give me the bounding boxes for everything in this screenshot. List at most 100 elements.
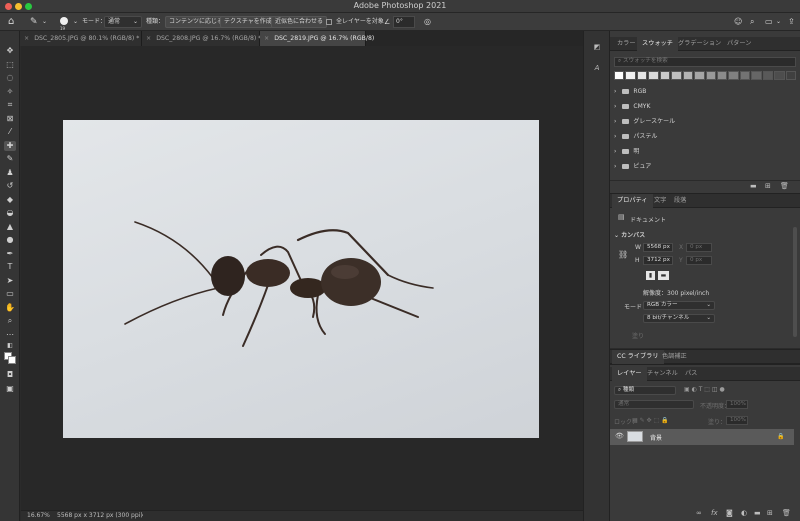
bit-depth-select[interactable]: 8 bit/チャンネル ⌄: [643, 314, 715, 323]
swatch-chip[interactable]: [785, 71, 796, 80]
screen-mode-icon[interactable]: ▣: [4, 384, 16, 394]
healing-brush-tool-icon[interactable]: ✚: [4, 141, 16, 151]
eyedropper-tool-icon[interactable]: ⁄: [4, 127, 16, 137]
swatch-chip[interactable]: [774, 71, 785, 80]
pen-tool-icon[interactable]: ✒: [4, 249, 16, 259]
swatch-chip[interactable]: [694, 71, 705, 80]
move-tool-icon[interactable]: ✥: [4, 46, 16, 56]
glyphs-icon[interactable]: A: [591, 64, 603, 72]
swatch-group-rgb[interactable]: › RGB: [614, 85, 646, 99]
fill-input[interactable]: 100%: [726, 416, 748, 425]
more-tools-icon[interactable]: ⋯: [4, 330, 16, 340]
close-tab-icon[interactable]: ×: [24, 35, 29, 42]
link-layers-icon[interactable]: ∞: [696, 509, 702, 517]
tab-adjustments[interactable]: 色調補正: [657, 350, 692, 364]
y-input[interactable]: 0 px: [686, 256, 712, 265]
new-group-icon[interactable]: ▬: [754, 509, 761, 517]
swatch-chip[interactable]: [728, 71, 739, 80]
lock-icons[interactable]: ▦ ✎ ✥ ⬚ 🔒: [632, 417, 669, 424]
tool-preset-dropdown-icon[interactable]: ⌄: [42, 16, 47, 28]
zoom-level[interactable]: 16.67%: [27, 511, 50, 521]
swatch-group-pure[interactable]: › ピュア: [614, 160, 651, 174]
pressure-icon[interactable]: ◎: [424, 16, 431, 28]
mode-select[interactable]: 通常 ⌄: [104, 16, 142, 28]
tab-patterns[interactable]: パターン: [722, 37, 756, 51]
tool-preset-icon[interactable]: ✎: [30, 16, 38, 28]
new-group-icon[interactable]: ▬: [750, 182, 757, 190]
home-icon[interactable]: ⌂: [8, 16, 14, 28]
tab-channels[interactable]: チャンネル: [642, 367, 683, 381]
tab-paragraph[interactable]: 段落: [669, 194, 691, 208]
workspace-dropdown-icon[interactable]: ⌄: [776, 16, 781, 28]
dodge-tool-icon[interactable]: ●: [4, 235, 16, 245]
create-texture-button[interactable]: テクスチャを作成: [220, 16, 276, 28]
new-layer-icon[interactable]: ⊞: [767, 509, 773, 517]
swatch-search-input[interactable]: ⌕ スウォッチを検索: [614, 57, 796, 67]
clone-stamp-tool-icon[interactable]: ♟: [4, 168, 16, 178]
landscape-orientation-icon[interactable]: ▬: [658, 271, 669, 280]
default-colors-icon[interactable]: ◧: [4, 341, 16, 351]
adjustment-layer-icon[interactable]: ◐: [741, 509, 747, 517]
portrait-orientation-icon[interactable]: ▮: [646, 271, 655, 280]
quick-mask-icon[interactable]: ◘: [4, 370, 16, 380]
zoom-tool-icon[interactable]: ⌕: [4, 316, 16, 326]
path-select-tool-icon[interactable]: ➤: [4, 276, 16, 286]
blur-tool-icon[interactable]: ▲: [4, 222, 16, 232]
shape-tool-icon[interactable]: ▭: [4, 289, 16, 299]
swatch-chip[interactable]: [671, 71, 682, 80]
share-icon[interactable]: ⇪: [788, 16, 795, 28]
swatch-chip[interactable]: [625, 71, 636, 80]
swatch-chip[interactable]: [705, 71, 716, 80]
add-mask-icon[interactable]: ◙: [726, 509, 733, 517]
new-swatch-icon[interactable]: ⊞: [765, 182, 771, 190]
swatch-group-cmyk[interactable]: › CMYK: [614, 100, 650, 114]
swatch-chip[interactable]: [716, 71, 728, 80]
properties-scrollbar[interactable]: [793, 227, 797, 337]
trash-icon[interactable]: 🗑: [780, 182, 789, 190]
history-icon[interactable]: ◩: [591, 43, 603, 51]
learn-icon[interactable]: ☺: [734, 16, 742, 28]
swatch-chip[interactable]: [614, 71, 625, 80]
tab-swatches[interactable]: スウォッチ: [637, 37, 678, 51]
paint-bucket-tool-icon[interactable]: ◒: [4, 208, 16, 218]
quick-select-tool-icon[interactable]: ✧: [4, 87, 16, 97]
status-arrow-icon[interactable]: ›: [141, 511, 143, 521]
content-aware-button[interactable]: コンテンツに応じる: [165, 16, 228, 28]
workspace-icon[interactable]: ▭: [765, 16, 773, 28]
swatch-chip[interactable]: [739, 71, 751, 80]
color-mode-select[interactable]: RGB カラー ⌄: [643, 301, 715, 310]
brush-preview[interactable]: 19: [58, 16, 70, 31]
type-tool-icon[interactable]: T: [4, 262, 16, 272]
tab-properties[interactable]: プロパティ: [612, 194, 653, 208]
swatch-chip[interactable]: [648, 71, 659, 80]
tab-paths[interactable]: パス: [680, 367, 702, 381]
opacity-input[interactable]: 100%: [726, 400, 748, 409]
brush-tool-icon[interactable]: ✎: [4, 154, 16, 164]
height-input[interactable]: 3712 px: [643, 256, 673, 265]
swatch-chip[interactable]: [682, 71, 694, 80]
tab-dsc-2805[interactable]: × DSC_2805.JPG @ 80.1% (RGB/8) *: [20, 31, 142, 46]
tab-gradient[interactable]: グラデーション: [673, 37, 726, 51]
document-image[interactable]: [63, 120, 539, 438]
swatch-chip[interactable]: [751, 71, 762, 80]
swatch-group-light[interactable]: › 明: [614, 145, 639, 159]
hand-tool-icon[interactable]: ✋: [4, 303, 16, 313]
angle-input[interactable]: 0°: [393, 16, 415, 28]
swatch-chip[interactable]: [762, 71, 774, 80]
history-brush-tool-icon[interactable]: ↺: [4, 181, 16, 191]
width-input[interactable]: 5568 px: [643, 243, 673, 252]
trash-icon[interactable]: 🗑: [782, 509, 791, 517]
tab-dsc-2819[interactable]: × DSC_2819.JPG @ 16.7% (RGB/8): [260, 31, 374, 46]
link-dimensions-icon[interactable]: ⛓: [618, 250, 628, 259]
crop-tool-icon[interactable]: ⌗: [4, 100, 16, 110]
canvas-section-toggle[interactable]: ⌄ カンバス: [614, 230, 645, 239]
frame-tool-icon[interactable]: ⊠: [4, 114, 16, 124]
x-input[interactable]: 0 px: [686, 243, 712, 252]
swatch-chip[interactable]: [636, 71, 648, 80]
sample-all-layers-checkbox[interactable]: [326, 19, 332, 25]
swatch-group-grayscale[interactable]: › グレースケール: [614, 115, 675, 129]
eraser-tool-icon[interactable]: ◆: [4, 195, 16, 205]
layer-style-icon[interactable]: fx: [711, 509, 718, 517]
filter-icons[interactable]: ▣ ◐ T ⬚ ◫ ●: [684, 386, 725, 393]
background-color-swatch[interactable]: [8, 356, 16, 364]
